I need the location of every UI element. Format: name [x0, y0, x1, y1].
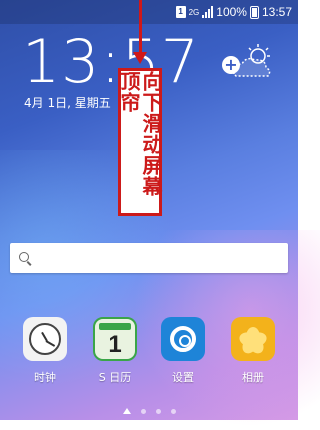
- page-dot[interactable]: [155, 408, 161, 414]
- status-time: 13:57: [261, 5, 292, 19]
- lockscreen-date: 4月 1日, 星期五: [24, 96, 111, 110]
- home-page-icon[interactable]: [122, 408, 131, 414]
- annotation-text: 向下滑动屏幕顶帘: [117, 71, 163, 197]
- signal-icon: [202, 6, 214, 18]
- page-dot[interactable]: [170, 408, 176, 414]
- app-label: 相册: [242, 371, 264, 384]
- page-indicator[interactable]: [0, 408, 298, 414]
- app-gallery[interactable]: 相册: [228, 317, 278, 385]
- sim-icon: 1: [175, 6, 186, 18]
- weather-widget[interactable]: +: [222, 42, 274, 82]
- app-clock[interactable]: 时钟: [20, 317, 70, 385]
- settings-icon: [161, 317, 205, 361]
- network-type-label: 2G: [188, 7, 200, 17]
- clock-icon: [23, 317, 67, 361]
- battery-icon: [249, 5, 259, 19]
- gallery-icon: [231, 317, 275, 361]
- calendar-icon: 1: [93, 317, 137, 361]
- status-icons: 1 2G 100% 13:57: [175, 4, 292, 20]
- page-dot[interactable]: [140, 408, 146, 414]
- search-icon: [19, 252, 29, 262]
- app-calendar[interactable]: 1 S 日历: [90, 317, 140, 385]
- lockscreen-clock: 13:57: [22, 27, 200, 97]
- calendar-day: 1: [108, 331, 122, 358]
- annotation-box: 向下滑动屏幕顶帘: [117, 68, 163, 216]
- app-label: 设置: [172, 371, 194, 384]
- app-label: 时钟: [34, 371, 56, 384]
- add-weather-icon[interactable]: +: [222, 56, 240, 74]
- status-bar[interactable]: 1 2G 100% 13:57: [0, 0, 298, 24]
- app-settings[interactable]: 设置: [158, 317, 208, 385]
- app-label: S 日历: [98, 371, 132, 384]
- annotation-arrow-head: [133, 52, 147, 64]
- battery-percent: 100%: [216, 5, 247, 19]
- annotation-arrow: [139, 0, 142, 56]
- search-bar[interactable]: [10, 243, 288, 273]
